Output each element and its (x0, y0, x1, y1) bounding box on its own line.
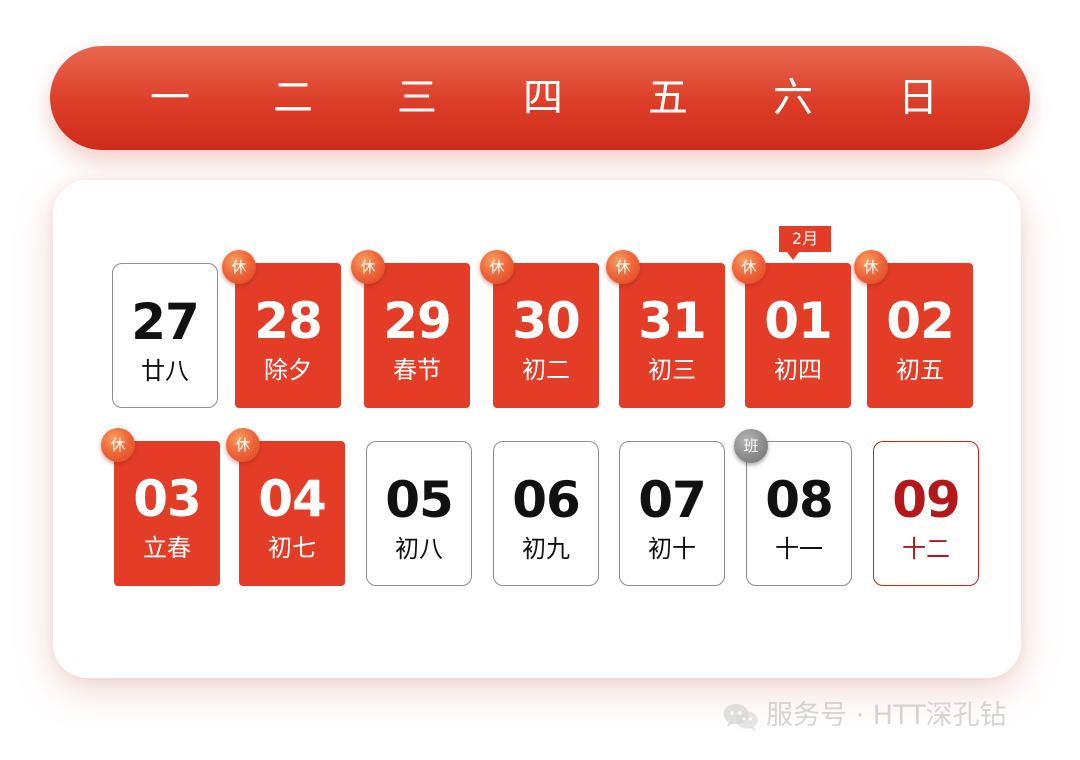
rest-badge: 休 (480, 250, 514, 284)
day-number: 04 (258, 470, 327, 528)
weekday-fri: 五 (648, 75, 688, 121)
day-cell[interactable]: 31 初三 休 (606, 250, 725, 408)
workday-badge: 班 (734, 429, 768, 463)
day-number: 03 (133, 470, 202, 528)
day-cell[interactable]: 04 初七 休 (226, 428, 345, 586)
weekday-thu: 四 (523, 75, 563, 121)
weekday-sun: 日 (898, 75, 938, 121)
weekday-mon: 一 (150, 75, 190, 121)
month-marker-label: 2月 (791, 229, 819, 248)
lunar-date: 十二 (902, 535, 950, 563)
lunar-date: 廿八 (141, 357, 189, 385)
weekday-header: 一 二 三 四 五 六 日 (50, 46, 1030, 150)
day-number: 06 (512, 471, 581, 529)
rest-badge: 休 (854, 250, 888, 284)
lunar-date: 初九 (522, 535, 570, 563)
lunar-date: 除夕 (264, 356, 312, 384)
month-marker: 2月 (779, 226, 831, 260)
day-cell[interactable]: 08 十一 班 (734, 429, 852, 586)
day-number: 05 (385, 471, 454, 529)
day-number: 28 (254, 292, 323, 350)
day-cell[interactable]: 30 初二 休 (480, 250, 599, 408)
day-cell[interactable]: 06 初九 (493, 441, 599, 586)
day-number: 31 (638, 292, 707, 350)
day-number: 29 (383, 292, 452, 350)
day-number: 02 (886, 292, 955, 350)
lunar-date: 初三 (648, 356, 696, 384)
rest-badge: 休 (226, 428, 260, 462)
weekday-tue: 二 (273, 75, 313, 121)
rest-badge: 休 (351, 250, 385, 284)
day-cell[interactable]: 05 初八 (366, 441, 472, 586)
day-number: 01 (764, 292, 833, 350)
day-cell[interactable]: 27 廿八 (112, 263, 218, 408)
lunar-date: 初四 (774, 356, 822, 384)
day-cell[interactable]: 07 初十 (619, 441, 725, 586)
lunar-date: 立春 (143, 534, 191, 562)
weekday-wed: 三 (397, 75, 437, 121)
day-number: 09 (892, 471, 961, 529)
rest-badge: 休 (732, 250, 766, 284)
day-cell[interactable]: 01 初四 休 (732, 250, 851, 408)
lunar-date: 初十 (648, 535, 696, 563)
rest-badge: 休 (606, 250, 640, 284)
day-number: 07 (638, 471, 707, 529)
day-number: 27 (131, 293, 200, 351)
day-cell[interactable]: 03 立春 休 (101, 428, 220, 586)
watermark: 服务号 · HTT深孔钻 (722, 696, 1007, 736)
day-cell[interactable]: 28 除夕 休 (222, 250, 341, 408)
day-cell[interactable]: 02 初五 休 (854, 250, 973, 408)
wechat-icon (723, 703, 758, 731)
watermark-text: 服务号 · HTT深孔钻 (766, 700, 1007, 731)
lunar-date: 十一 (775, 535, 823, 563)
day-number: 30 (512, 292, 581, 350)
day-cell[interactable]: 09 十二 (873, 441, 979, 586)
day-number: 08 (765, 471, 834, 529)
lunar-date: 初二 (522, 356, 570, 384)
lunar-date: 初七 (268, 534, 316, 562)
day-cell[interactable]: 29 春节 休 (351, 250, 470, 408)
lunar-date: 春节 (393, 356, 441, 384)
rest-badge: 休 (222, 250, 256, 284)
month-marker-pointer (787, 252, 799, 260)
rest-badge: 休 (101, 428, 135, 462)
lunar-date: 初五 (896, 356, 944, 384)
weekday-sat: 六 (773, 75, 813, 121)
lunar-date: 初八 (395, 535, 443, 563)
